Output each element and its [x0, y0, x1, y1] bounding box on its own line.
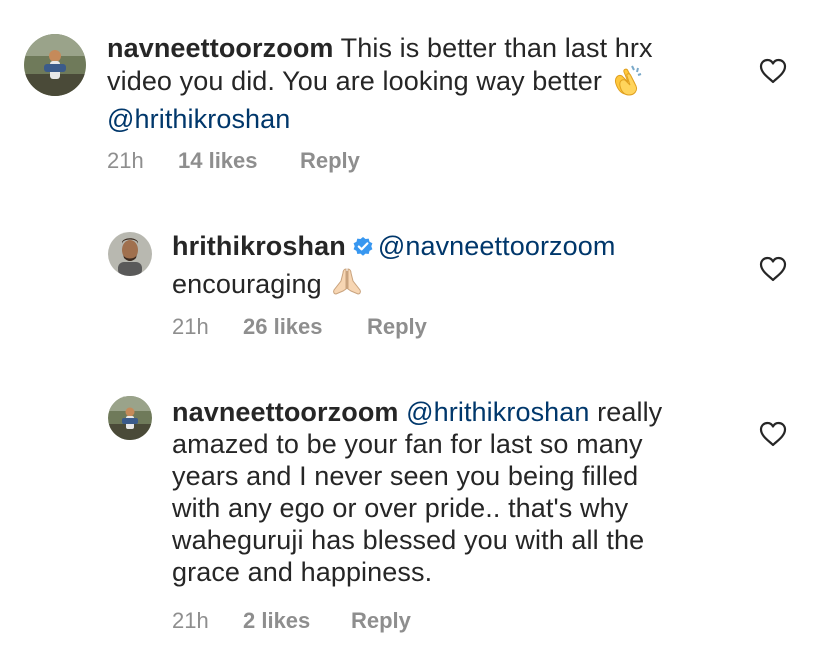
comment-text: amazed to be your fan for last so many [172, 429, 643, 459]
verified-badge-icon [352, 233, 374, 265]
likes-count[interactable]: 14 likes [178, 148, 258, 174]
comment-text: really [597, 397, 663, 427]
like-heart-icon[interactable] [759, 256, 787, 282]
comment-body: navneettoorzoom This is better than last… [107, 32, 747, 135]
folded-hands-icon [329, 265, 365, 306]
comment-text: with any ego or over pride.. that's why [172, 493, 629, 523]
comment-text: This is better than last hrx [340, 33, 653, 63]
comment-text: video you did. You are looking way bette… [107, 66, 602, 96]
avatar[interactable] [108, 232, 152, 276]
timestamp: 21h [107, 148, 144, 173]
avatar[interactable] [108, 396, 152, 440]
comment-body: hrithikroshan @navneettoorzoom encouragi… [172, 230, 752, 306]
mention-link[interactable]: @hrithikroshan [406, 397, 589, 427]
comment-meta: 21h 26 likes Reply [172, 314, 472, 340]
mention-link[interactable]: @hrithikroshan [107, 104, 290, 134]
likes-count[interactable]: 2 likes [243, 608, 310, 634]
username[interactable]: navneettoorzoom [172, 397, 399, 427]
like-heart-icon[interactable] [759, 58, 787, 84]
timestamp: 21h [172, 314, 209, 339]
comment-text: grace and happiness. [172, 557, 433, 587]
likes-count[interactable]: 26 likes [243, 314, 323, 340]
mention-link[interactable]: @navneettoorzoom [378, 231, 616, 261]
clapping-hands-icon [610, 64, 644, 103]
timestamp: 21h [172, 608, 209, 633]
reply-button[interactable]: Reply [300, 148, 360, 174]
reply-button[interactable]: Reply [351, 608, 411, 634]
comment-text: encouraging [172, 269, 322, 299]
comment-meta: 21h 2 likes Reply [172, 608, 472, 634]
reply-button[interactable]: Reply [367, 314, 427, 340]
avatar[interactable] [24, 34, 86, 96]
username[interactable]: navneettoorzoom [107, 33, 334, 63]
like-heart-icon[interactable] [759, 421, 787, 447]
comment-body: navneettoorzoom @hrithikroshan really am… [172, 396, 752, 588]
comment-text: waheguruji has blessed you with all the [172, 525, 645, 555]
comment-meta: 21h 14 likes Reply [107, 148, 407, 174]
comment-text: years and I never seen you being filled [172, 461, 639, 491]
username[interactable]: hrithikroshan [172, 231, 346, 261]
